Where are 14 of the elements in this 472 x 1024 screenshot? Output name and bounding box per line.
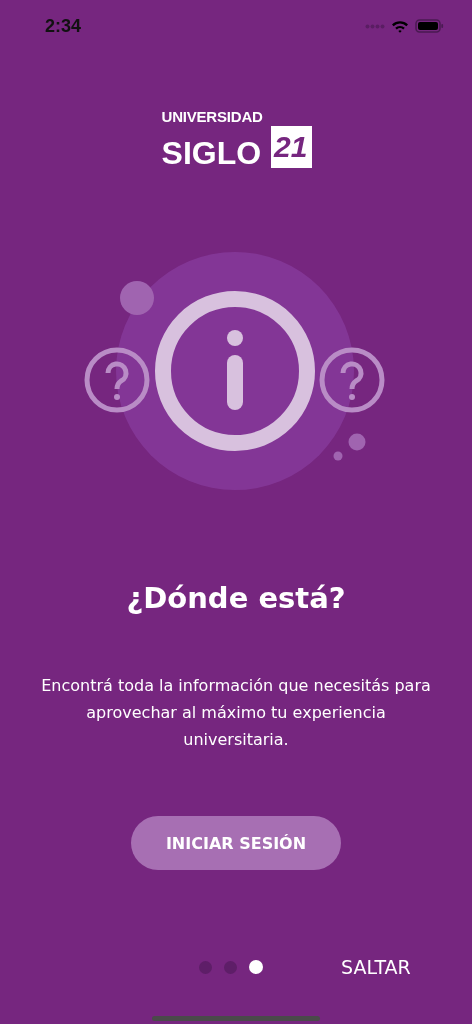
status-time: 2:34 — [45, 15, 82, 37]
logo-text: UNIVERSIDAD — [161, 109, 264, 124]
description: Encontrá toda la información que necesitás para aprovechar al máximo tu experiencia universitaria. — [40, 675, 432, 751]
wifi-icon — [391, 19, 409, 33]
title: ¿Dónde está? — [125, 580, 347, 616]
page-dot[interactable] — [224, 960, 237, 974]
skip-button[interactable]: SALTAR — [341, 956, 411, 978]
signal-icon — [365, 23, 385, 29]
logo-text: SIGLO — [161, 138, 262, 168]
page-dot[interactable] — [199, 960, 212, 974]
login-button[interactable]: INICIAR SESIÓN — [131, 816, 341, 870]
battery-icon — [415, 19, 444, 33]
page-dot[interactable] — [249, 960, 263, 974]
logo-badge: 21 — [271, 126, 313, 168]
